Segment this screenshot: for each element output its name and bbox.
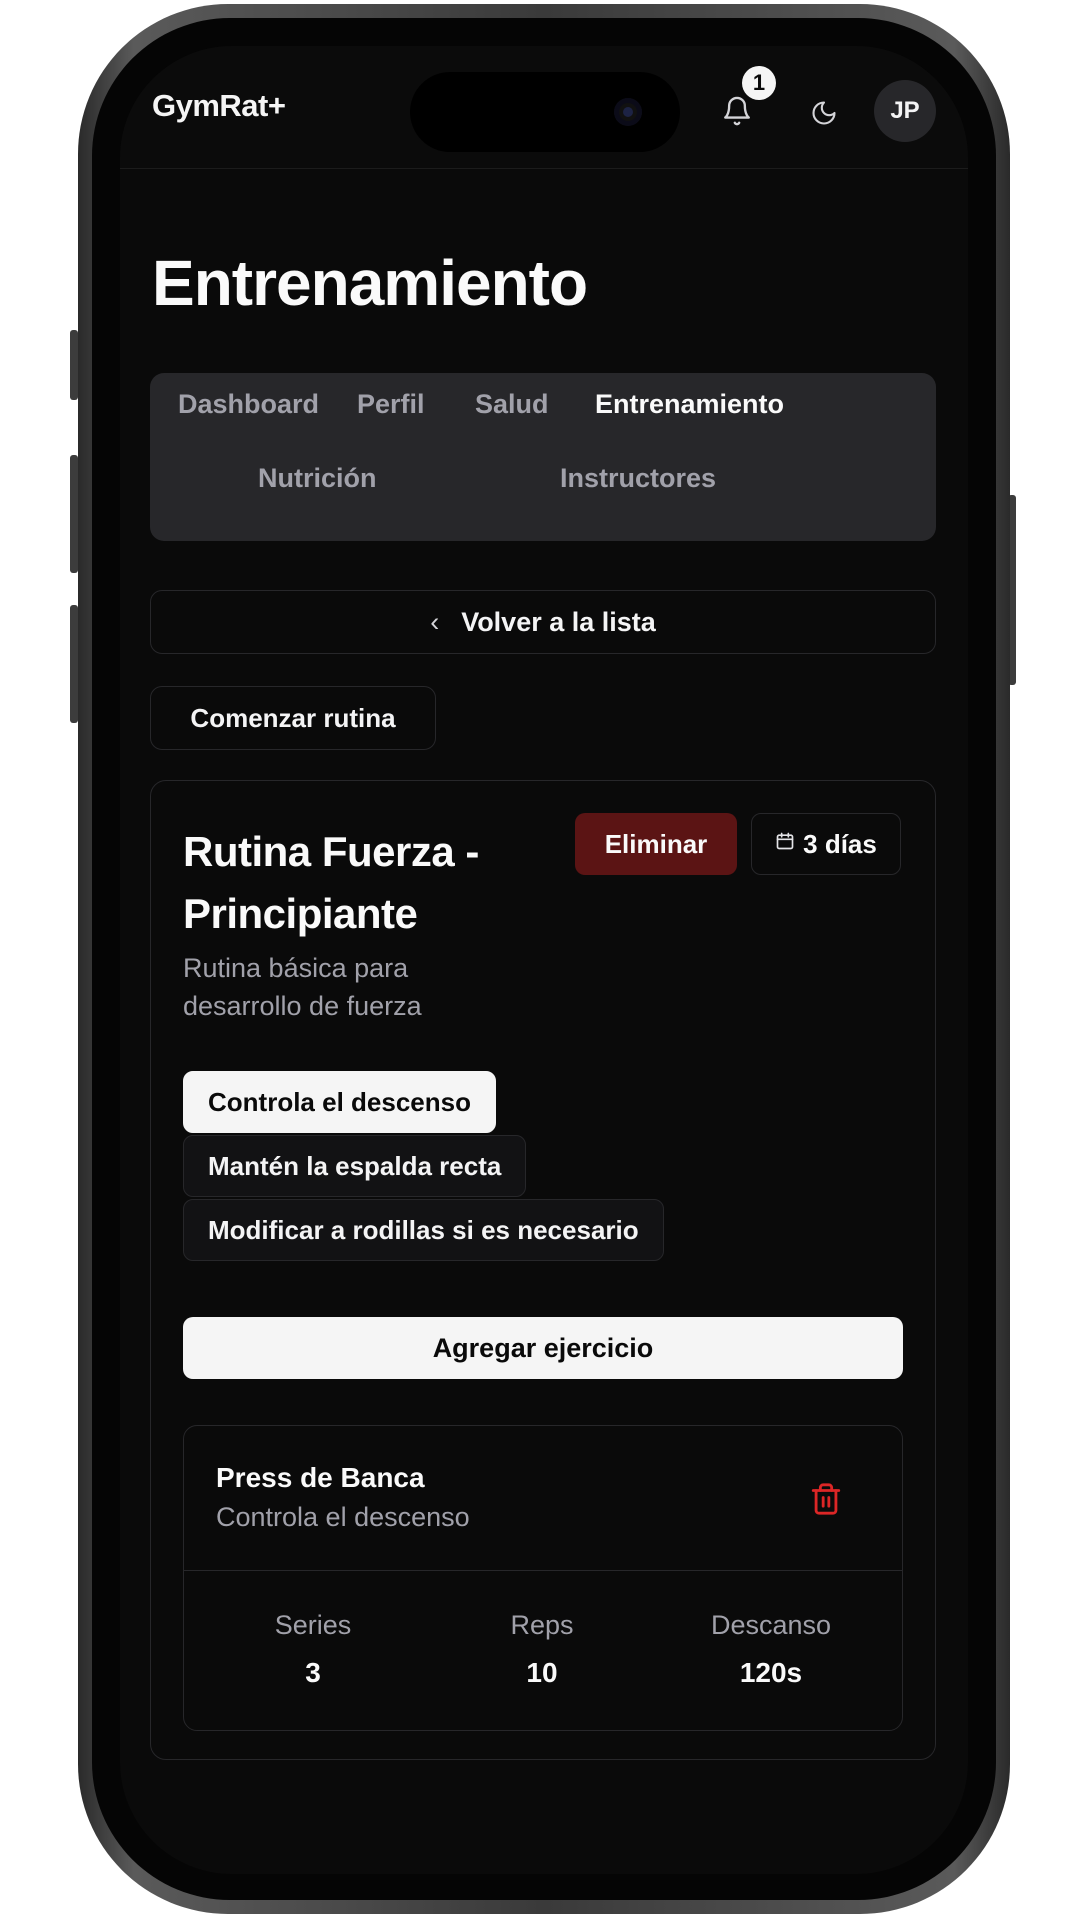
divider [184, 1570, 902, 1571]
exercise-card: Press de Banca Controla el descenso Seri… [183, 1425, 903, 1731]
stat-label: Reps [510, 1610, 574, 1640]
tab-entrenamiento[interactable]: Entrenamiento [595, 389, 784, 420]
routine-title: Rutina Fuerza - Principiante [183, 828, 479, 937]
back-to-list-button[interactable]: ‹ Volver a la lista [150, 590, 936, 654]
days-badge: 3 días [751, 813, 901, 875]
tab-instructores[interactable]: Instructores [560, 463, 716, 494]
chevron-left-icon: ‹ [430, 606, 440, 637]
tip-chip[interactable]: Modificar a rodillas si es necesario [183, 1199, 664, 1261]
stat-label: Descanso [710, 1610, 832, 1640]
routine-card: Rutina Fuerza - Principiante Eliminar 3 … [150, 780, 936, 1760]
avatar[interactable]: JP [874, 80, 936, 142]
stat-reps: Reps 10 [442, 1610, 642, 1689]
calendar-icon [775, 831, 795, 857]
stat-value: 120s [739, 1657, 803, 1688]
routine-description: Rutina básica para desarrollo de fuerza [183, 953, 422, 1021]
mute-switch [70, 330, 78, 400]
dynamic-island [410, 72, 680, 152]
exercise-name: Press de Banca [216, 1462, 425, 1493]
stat-label: Series [274, 1610, 352, 1640]
tab-nutricion[interactable]: Nutrición [258, 463, 377, 494]
app-screen: GymRat+ 1 JP Entrenamiento Dashboard Per [120, 46, 968, 1874]
stat-value: 3 [305, 1657, 321, 1688]
stat-descanso: Descanso 120s [671, 1610, 871, 1689]
device-mockup: GymRat+ 1 JP Entrenamiento Dashboard Per [0, 0, 1080, 1920]
add-exercise-button[interactable]: Agregar ejercicio [183, 1317, 903, 1379]
days-label: 3 días [803, 828, 877, 859]
volume-up-button [70, 455, 78, 573]
stat-value: 10 [526, 1657, 558, 1688]
tip-chip[interactable]: Mantén la espalda recta [183, 1135, 527, 1197]
brand-logo[interactable]: GymRat+ [152, 88, 286, 124]
notification-badge: 1 [742, 66, 776, 100]
exercise-note: Controla el descenso [216, 1502, 470, 1532]
tab-salud[interactable]: Salud [475, 389, 549, 420]
start-routine-button[interactable]: Comenzar rutina [150, 686, 436, 750]
tip-chip[interactable]: Controla el descenso [183, 1071, 496, 1133]
back-button-label: Volver a la lista [461, 606, 656, 637]
tab-dashboard[interactable]: Dashboard [178, 389, 319, 420]
section-tabs: Dashboard Perfil Salud Entrenamiento Nut… [150, 373, 936, 541]
app-header: GymRat+ 1 JP [120, 46, 968, 169]
delete-routine-button[interactable]: Eliminar [575, 813, 737, 875]
tab-perfil[interactable]: Perfil [357, 389, 425, 420]
stat-series: Series 3 [213, 1610, 413, 1689]
page-title: Entrenamiento [152, 247, 588, 319]
front-camera [614, 98, 642, 126]
volume-down-button [70, 605, 78, 723]
moon-icon[interactable] [805, 94, 843, 132]
trash-icon[interactable] [809, 1482, 849, 1522]
